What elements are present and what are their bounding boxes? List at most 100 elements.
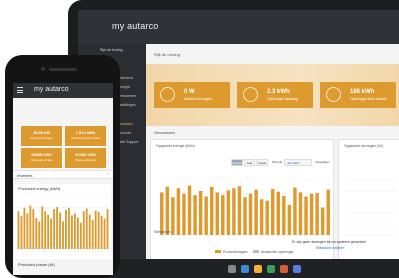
downtime-title: Stilstanden [154,230,172,234]
chart-bar[interactable] [62,221,64,250]
chart-bar[interactable] [35,218,38,249]
spreadsheet-icon[interactable] [267,265,275,273]
chart-bar[interactable] [65,209,67,249]
chart-bar[interactable] [41,206,44,250]
chart-bar[interactable] [85,208,88,249]
downtime-message: Er zijn geen storingen bij uw systeem ge… [292,240,367,244]
inverters-row[interactable]: Inverters › [13,170,113,179]
chart-bar[interactable] [94,210,97,250]
chart-bar[interactable] [56,207,58,249]
chart-bar[interactable] [70,215,73,249]
chart-bar[interactable] [38,221,41,250]
browser-icon[interactable] [241,265,249,273]
tile-year: 20835 kWh Opbrengst dit jaar [21,148,62,168]
chart-bar[interactable] [304,196,308,236]
chart-bar[interactable] [88,214,91,250]
chart-bar[interactable] [187,185,192,236]
chart-bar[interactable] [100,216,103,249]
breadcrumb[interactable]: Rijk de Koning [154,52,180,57]
chart-bar[interactable] [68,207,70,249]
chart-bar[interactable] [248,193,253,235]
chart-bar[interactable] [293,187,297,235]
chart-bar[interactable] [26,213,29,249]
chart-bar[interactable] [29,205,32,249]
chart-bar[interactable] [171,197,175,235]
chart-bar[interactable] [50,218,53,249]
chart-bar[interactable] [204,196,208,236]
chart-bar[interactable] [176,188,181,235]
chart-bar[interactable] [165,186,170,236]
hamburger-menu-icon[interactable] [17,87,23,93]
chart-bar[interactable] [209,186,214,236]
chart-bar[interactable] [59,212,61,249]
chart-bar[interactable] [198,191,203,235]
chart-bar[interactable] [44,211,47,249]
chart-bar[interactable] [276,191,281,235]
chart-bar[interactable] [320,207,325,236]
tab-year[interactable]: Jaar [244,159,255,166]
folder-icon[interactable] [254,265,262,273]
chart-bar[interactable] [79,222,82,250]
section-title: Omvormers [154,130,175,135]
chart-bar[interactable] [47,214,50,250]
chart-bar[interactable] [103,218,106,249]
legend-label: Productiedagen [223,250,248,254]
chart-bar[interactable] [17,211,20,249]
chart-bar[interactable] [20,216,23,249]
app-logo[interactable]: my autarco [34,86,69,93]
chart-bar[interactable] [193,195,197,236]
main-content: Rijk de Koning 0 W Actueel vermogen 2.3 … [146,44,399,261]
speaker-grille [49,68,77,71]
camera-icon [41,67,45,71]
chart-bar[interactable] [271,188,275,235]
chart-bar[interactable] [32,209,35,250]
kpi-banner: 0 W Actueel vermogen 2.3 kWh Opbrengst v… [146,64,399,126]
chart-bar[interactable] [287,204,292,235]
chart-bar[interactable] [97,211,100,250]
chart-bar[interactable] [23,207,26,249]
period-label: Periode [271,160,283,164]
legend-swatch [215,250,221,253]
chart-bar[interactable] [243,197,247,235]
card-title: Opgewekt energie (kWh) [156,144,195,148]
kpi-today: 2.3 kWh Opbrengst vandaag [237,82,313,108]
chart-bar[interactable] [106,209,109,250]
chart-bar[interactable] [91,220,94,250]
mail-icon[interactable] [293,265,301,273]
chart-bar[interactable] [265,200,269,236]
chart-bar[interactable] [221,195,225,236]
chart-bar[interactable] [237,186,242,235]
chart-bar[interactable] [226,190,231,235]
chart-bar[interactable] [254,189,258,236]
compare-button[interactable]: Vergelijken [314,159,331,166]
chart-bar[interactable] [232,188,236,235]
chart-bar[interactable] [315,193,319,235]
chart-bar[interactable] [298,192,303,236]
app-logo[interactable]: my autarco [112,21,159,31]
card-title: Opgewekt vermogen (W) [344,144,383,148]
search-icon[interactable] [228,265,236,273]
chevron-right-icon: › [107,171,109,177]
downtime-link[interactable]: Stilstanden bekijken [316,246,344,250]
chart-bar[interactable] [82,211,85,249]
chart-bar[interactable] [259,199,264,235]
power-icon [160,87,175,102]
tab-month[interactable]: Maand [231,159,243,166]
chart-bar[interactable] [182,193,186,235]
power-title: Produced power (W) [18,262,55,267]
kpi-label: Opbrengst deze maand [350,97,387,101]
chart-bar[interactable] [53,209,56,250]
chart-bar[interactable] [282,195,286,235]
chart-bar[interactable] [326,189,330,236]
legend-label: Verwachte opbrengst [260,250,294,254]
chart-legend: Productiedagen Verwachte opbrengst [211,250,293,254]
chart-bar[interactable] [160,192,164,236]
chart-bar[interactable] [309,193,314,235]
period-select[interactable]: Jan 2019 [284,159,312,166]
os-taskbar [78,259,399,278]
chrome-icon[interactable] [280,265,288,273]
chart-bar[interactable] [76,217,79,249]
chart-bar[interactable] [73,213,76,249]
chart-bar[interactable] [215,192,219,236]
tab-total[interactable]: Totaal [256,159,268,166]
